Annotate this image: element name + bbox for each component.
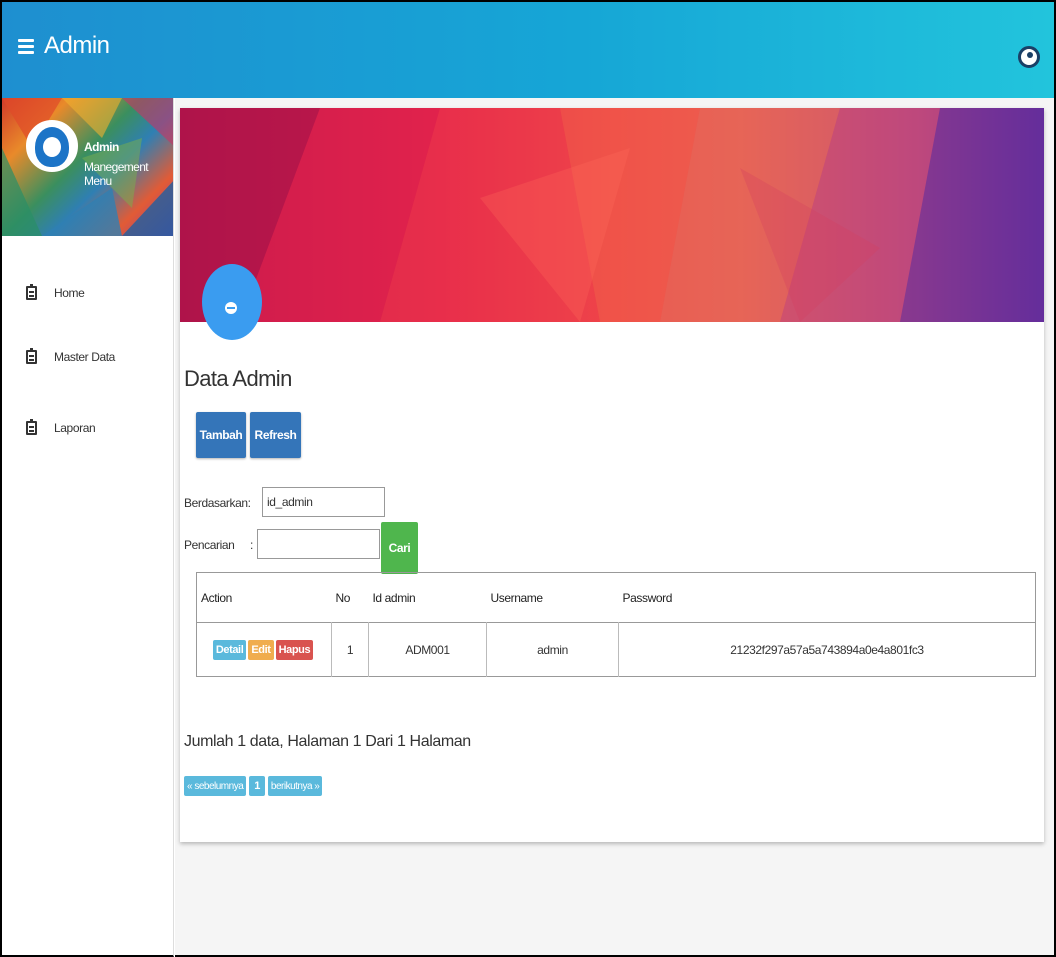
avatar	[26, 120, 78, 172]
clipboard-icon	[26, 284, 37, 300]
app-title: Admin	[44, 32, 110, 59]
sidebar-item-laporan[interactable]: Laporan	[2, 415, 174, 441]
pagination-summary: Jumlah 1 data, Halaman 1 Dari 1 Halaman	[184, 733, 471, 750]
data-card: Data Admin Tambah Refresh Berdasarkan: P…	[180, 108, 1044, 842]
top-app-bar: Admin	[0, 0, 1056, 98]
search-label: Pencarian	[184, 538, 235, 552]
filter-by-label: Berdasarkan:	[184, 496, 251, 510]
cell-password: 21232f297a57a5a743894a0e4a801fc3	[618, 622, 1036, 677]
pagination: « sebelumnya 1 berikutnya »	[184, 776, 323, 796]
cell-no: 1	[331, 622, 369, 677]
card-banner	[180, 108, 1044, 322]
pagination-next[interactable]: berikutnya »	[267, 776, 323, 796]
profile-subtitle: Manegement Menu	[84, 160, 149, 188]
add-button[interactable]: Tambah	[196, 412, 246, 458]
admin-table: Action No Id admin Username Password Det…	[196, 572, 1036, 677]
sidebar-item-home[interactable]: Home	[2, 280, 174, 306]
edit-button[interactable]: Edit	[248, 639, 274, 660]
profile-name: Admin	[84, 140, 119, 154]
admin-fab-icon	[202, 264, 262, 340]
search-separator: :	[250, 538, 253, 552]
cell-username: admin	[486, 622, 619, 677]
action-cell: Detail Edit Hapus	[197, 623, 332, 677]
pagination-prev[interactable]: « sebelumnya	[184, 776, 247, 796]
refresh-button[interactable]: Refresh	[250, 412, 301, 458]
column-header: Username	[490, 590, 544, 605]
sidebar-item-label: Home	[54, 286, 85, 300]
hamburger-icon[interactable]	[18, 39, 34, 55]
table-row: Detail Edit Hapus 1 ADM001 admin 21232f297…	[197, 622, 1036, 677]
column-header: Action	[201, 590, 232, 605]
clipboard-icon	[26, 348, 37, 364]
search-button[interactable]: Cari	[381, 522, 418, 574]
sidebar-item-label: Laporan	[54, 421, 96, 435]
clipboard-icon	[26, 419, 37, 435]
column-header: Password	[622, 590, 673, 605]
sidebar: Admin Manegement Menu Home Master Data L…	[0, 98, 174, 957]
detail-button[interactable]: Detail	[212, 639, 247, 660]
page-title: Data Admin	[184, 366, 292, 391]
column-header: Id admin	[372, 590, 416, 605]
delete-button[interactable]: Hapus	[275, 639, 314, 660]
user-circle-icon[interactable]	[1018, 46, 1040, 68]
filter-by-select[interactable]	[262, 487, 385, 517]
table-header-row: Action No Id admin Username Password	[196, 573, 1036, 623]
cell-id-admin: ADM001	[368, 622, 487, 677]
column-header: No	[335, 590, 351, 605]
search-input[interactable]	[257, 529, 380, 559]
banner-pattern	[180, 108, 1044, 322]
sidebar-profile-header: Admin Manegement Menu	[2, 98, 173, 236]
pagination-page[interactable]: 1	[249, 776, 265, 796]
sidebar-item-label: Master Data	[54, 350, 115, 364]
sidebar-item-master-data[interactable]: Master Data	[2, 344, 174, 370]
